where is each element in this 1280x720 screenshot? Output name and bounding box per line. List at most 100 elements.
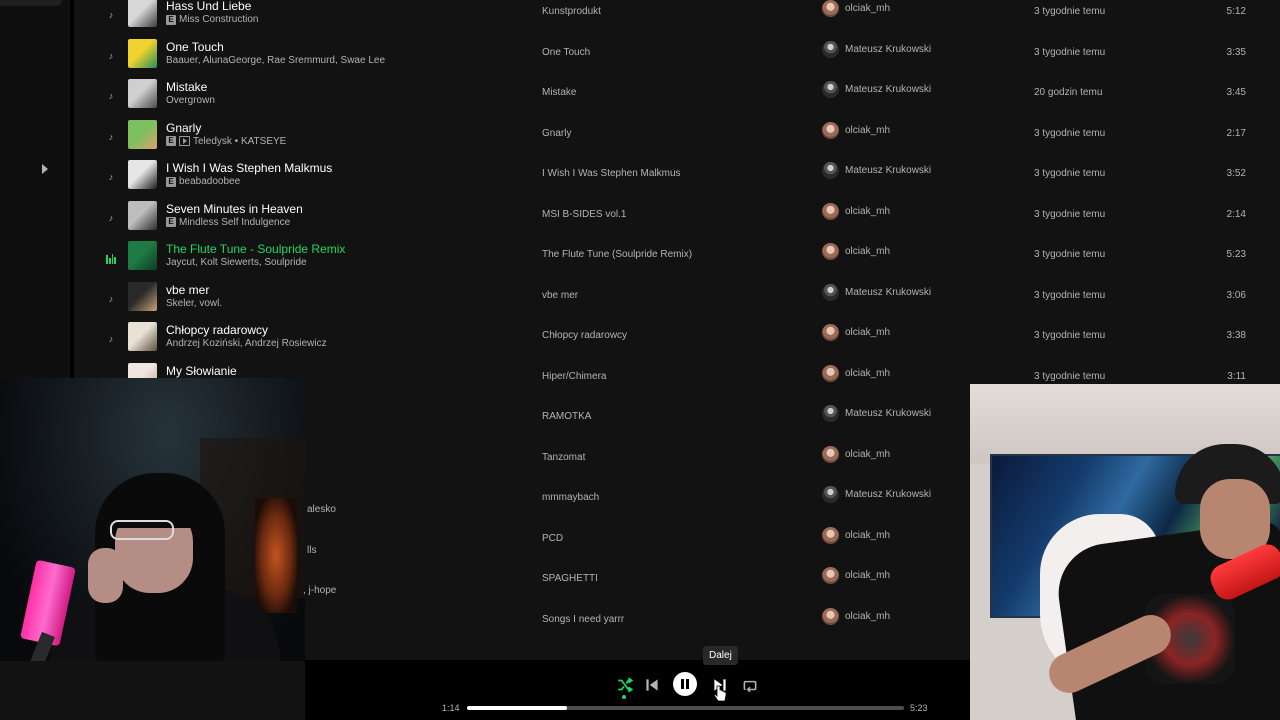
- added-by-name[interactable]: olciak_mh: [845, 125, 890, 136]
- progress-bar[interactable]: [467, 706, 904, 710]
- track-artists[interactable]: Miss Construction: [179, 14, 258, 25]
- added-by-name[interactable]: olciak_mh: [845, 3, 890, 14]
- added-by[interactable]: Mateusz Krukowski: [822, 162, 931, 179]
- track-row[interactable]: Chłopcy radarowcyAndrzej Koziński, Andrz…: [74, 320, 1280, 360]
- added-by[interactable]: Mateusz Krukowski: [822, 283, 931, 301]
- track-album[interactable]: mmmaybach: [542, 492, 599, 503]
- track-title[interactable]: Hass Und Liebe: [166, 0, 251, 13]
- added-by[interactable]: olciak_mh: [822, 445, 890, 463]
- added-by-name[interactable]: Mateusz Krukowski: [845, 84, 931, 95]
- added-by[interactable]: olciak_mh: [822, 243, 890, 260]
- track-row[interactable]: Seven Minutes in HeavenEMindless Self In…: [74, 199, 1280, 239]
- album-cover[interactable]: [128, 281, 157, 311]
- added-by-name[interactable]: Mateusz Krukowski: [845, 165, 931, 176]
- added-by[interactable]: olciak_mh: [822, 121, 890, 139]
- album-cover[interactable]: [128, 119, 157, 149]
- album-cover[interactable]: [128, 38, 157, 68]
- track-album[interactable]: SPAGHETTI: [542, 573, 598, 584]
- track-album[interactable]: The Flute Tune (Soulpride Remix): [542, 249, 692, 260]
- track-title[interactable]: Gnarly: [166, 121, 201, 135]
- added-by-name[interactable]: Mateusz Krukowski: [845, 408, 931, 419]
- now-playing-equalizer-icon[interactable]: [106, 254, 116, 264]
- added-by-name[interactable]: olciak_mh: [845, 206, 890, 217]
- track-row[interactable]: Hass Und LiebeEMiss Construction Kunstpro…: [74, 0, 1280, 36]
- track-row[interactable]: GnarlyETeledysk • KATSEYEGnarlyolciak_mh…: [74, 118, 1280, 158]
- track-row[interactable]: One TouchBaauer, AlunaGeorge, Rae Sremmu…: [74, 37, 1280, 77]
- track-album[interactable]: Hiper/Chimera: [542, 371, 606, 382]
- track-artists[interactable]: Skeler, vowl.: [166, 298, 222, 309]
- track-artists[interactable]: Jaycut, Kolt Siewerts, Soulpride: [166, 257, 307, 268]
- music-note-icon[interactable]: [106, 91, 116, 103]
- music-note-icon[interactable]: [106, 51, 116, 63]
- track-title[interactable]: I Wish I Was Stephen Malkmus: [166, 161, 332, 175]
- track-title[interactable]: My Słowianie: [166, 364, 237, 378]
- music-note-icon[interactable]: [106, 132, 116, 144]
- added-by-name[interactable]: olciak_mh: [845, 368, 890, 379]
- track-title[interactable]: Mistake: [166, 80, 207, 94]
- added-by[interactable]: Mateusz Krukowski: [822, 405, 931, 422]
- added-by-name[interactable]: olciak_mh: [845, 611, 890, 622]
- added-by-name[interactable]: olciak_mh: [845, 327, 890, 338]
- track-title[interactable]: Seven Minutes in Heaven: [166, 202, 303, 216]
- track-row[interactable]: MistakeOvergrownMistakeMateusz Krukowski…: [74, 77, 1280, 117]
- track-album[interactable]: Chłopcy radarowcy: [542, 330, 627, 341]
- shuffle-button[interactable]: [616, 676, 634, 694]
- sidebar-top-tab[interactable]: [0, 0, 62, 6]
- added-by[interactable]: Mateusz Krukowski: [822, 486, 931, 503]
- added-by-name[interactable]: olciak_mh: [845, 570, 890, 581]
- added-by[interactable]: olciak_mh: [822, 526, 890, 544]
- track-album[interactable]: I Wish I Was Stephen Malkmus: [542, 168, 681, 179]
- track-album[interactable]: Songs I need yarrr: [542, 614, 624, 625]
- track-title[interactable]: vbe mer: [166, 283, 209, 297]
- track-artists[interactable]: Overgrown: [166, 95, 215, 106]
- music-note-icon[interactable]: [106, 10, 116, 22]
- added-by-name[interactable]: olciak_mh: [845, 530, 890, 541]
- track-artists[interactable]: Mindless Self Indulgence: [179, 217, 290, 228]
- added-by[interactable]: Mateusz Krukowski: [822, 40, 931, 58]
- added-by[interactable]: olciak_mh: [822, 607, 890, 625]
- track-title[interactable]: Chłopcy radarowcy: [166, 323, 268, 337]
- track-album[interactable]: Gnarly: [542, 128, 571, 139]
- previous-button[interactable]: [643, 676, 661, 694]
- album-cover[interactable]: [128, 0, 157, 27]
- play-pause-button[interactable]: [673, 672, 697, 696]
- track-artists[interactable]: Andrzej Koziński, Andrzej Rosiewicz: [166, 338, 327, 349]
- track-artists[interactable]: Teledysk • KATSEYE: [193, 136, 286, 147]
- track-album[interactable]: MSI B-SIDES vol.1: [542, 209, 626, 220]
- track-artists[interactable]: beabadoobee: [179, 176, 240, 187]
- music-note-icon[interactable]: [106, 213, 116, 225]
- added-by[interactable]: olciak_mh: [822, 364, 890, 382]
- track-row[interactable]: I Wish I Was Stephen MalkmusEbeabadoobee…: [74, 158, 1280, 198]
- added-by-name[interactable]: olciak_mh: [845, 246, 890, 257]
- track-title[interactable]: The Flute Tune - Soulpride Remix: [166, 242, 345, 256]
- expand-sidebar-icon[interactable]: [42, 164, 48, 174]
- track-title[interactable]: One Touch: [166, 40, 224, 54]
- track-album[interactable]: Mistake: [542, 87, 576, 98]
- added-by-name[interactable]: Mateusz Krukowski: [845, 44, 931, 55]
- added-by-name[interactable]: olciak_mh: [845, 449, 890, 460]
- repeat-button[interactable]: [741, 676, 759, 694]
- album-cover[interactable]: [128, 79, 157, 108]
- track-album[interactable]: One Touch: [542, 47, 590, 58]
- added-by[interactable]: olciak_mh: [822, 202, 890, 220]
- added-by[interactable]: olciak_mh: [822, 0, 890, 17]
- music-note-icon[interactable]: [106, 334, 116, 346]
- track-album[interactable]: RAMOTKA: [542, 411, 591, 422]
- track-album[interactable]: Kunstprodukt: [542, 6, 601, 17]
- track-row[interactable]: vbe merSkeler, vowl.vbe merMateusz Kruko…: [74, 280, 1280, 320]
- track-album[interactable]: PCD: [542, 533, 563, 544]
- added-by-name[interactable]: Mateusz Krukowski: [845, 287, 931, 298]
- added-by[interactable]: Mateusz Krukowski: [822, 81, 931, 98]
- album-cover[interactable]: [128, 322, 157, 351]
- album-cover[interactable]: [128, 241, 157, 270]
- track-artists[interactable]: Baauer, AlunaGeorge, Rae Sremmurd, Swae …: [166, 55, 385, 66]
- track-row[interactable]: The Flute Tune - Soulpride Remix Jaycut, …: [74, 239, 1280, 279]
- added-by[interactable]: olciak_mh: [822, 324, 890, 341]
- album-cover[interactable]: [128, 200, 157, 230]
- added-by-name[interactable]: Mateusz Krukowski: [845, 489, 931, 500]
- music-note-icon[interactable]: [106, 172, 116, 184]
- album-cover[interactable]: [128, 160, 157, 189]
- music-note-icon[interactable]: [106, 294, 116, 306]
- track-album[interactable]: Tanzomat: [542, 452, 585, 463]
- track-album[interactable]: vbe mer: [542, 290, 578, 301]
